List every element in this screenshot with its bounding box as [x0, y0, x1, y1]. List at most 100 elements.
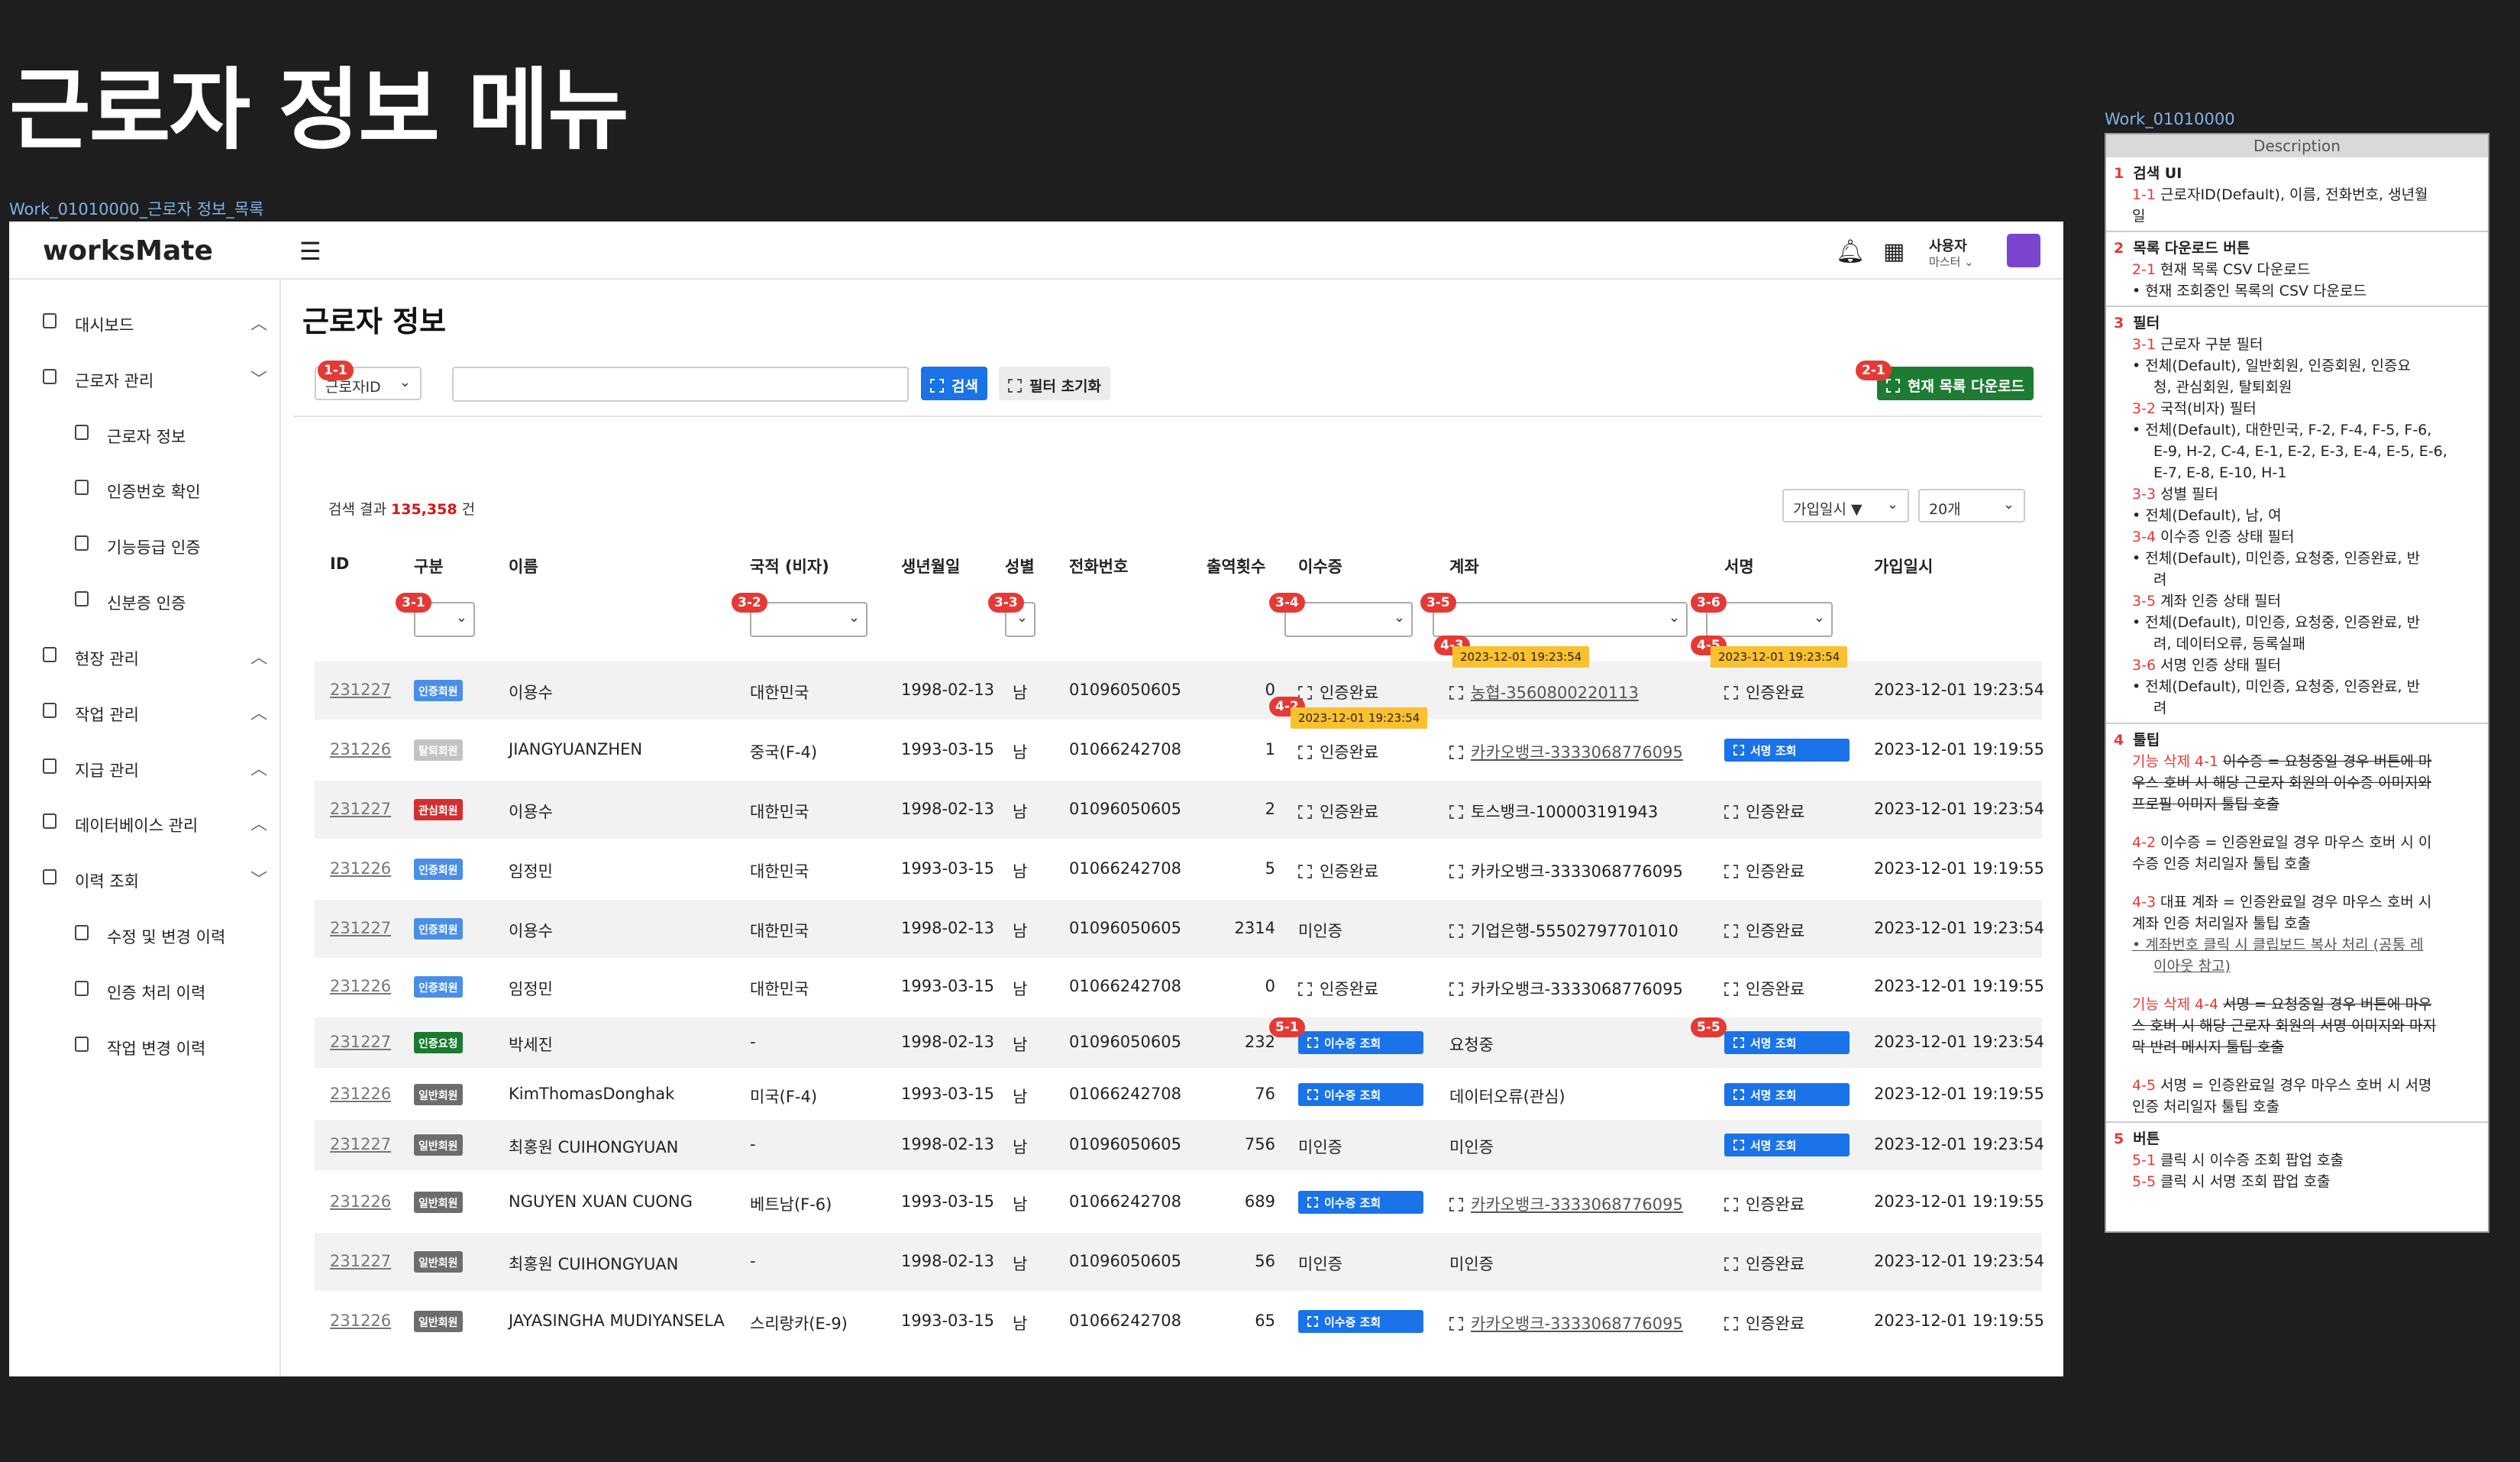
section-divider	[2106, 723, 2488, 724]
column-header: 서명	[1724, 558, 1754, 576]
worker-id-link[interactable]: 231226	[330, 1312, 391, 1330]
worker-id-link[interactable]: 231227	[330, 1135, 391, 1153]
worker-id-link[interactable]: 231226	[330, 1192, 391, 1211]
worker-name: 최홍원 CUIHONGYUAN	[509, 1138, 679, 1156]
cert-view-button[interactable]: 이수증 조회	[1298, 1031, 1423, 1054]
sign-view-button[interactable]: 서명 조회	[1724, 1134, 1850, 1156]
page-size-select[interactable]: 20개 ⌄	[1918, 489, 2025, 522]
sidebar-item[interactable]: 인증 처리 이력	[9, 975, 281, 1005]
chevron-down-icon: ⌄	[455, 610, 467, 626]
worker-id-link[interactable]: 231227	[330, 800, 391, 818]
description-number: 2	[2114, 240, 2124, 257]
sign-view-button[interactable]: 서명 조회	[1724, 739, 1850, 762]
filter-nation-select[interactable]: ⌄	[750, 602, 867, 637]
search-button[interactable]: 검색	[921, 367, 987, 400]
user-name[interactable]: 사용자	[1929, 235, 1967, 255]
cert-status-text: 미인증	[1298, 922, 1342, 940]
sidebar-item[interactable]: 대시보드 ︿	[9, 307, 281, 338]
sort-select[interactable]: 가입일시 ▼ ⌄	[1782, 489, 1909, 522]
reset-filter-button[interactable]: 필터 초기화	[999, 367, 1111, 400]
phone-number: 01066242708	[1069, 1085, 1181, 1103]
sidebar-item[interactable]: 근로자 관리 ﹀	[9, 363, 281, 393]
sign-view-button[interactable]: 서명 조회	[1724, 1031, 1850, 1054]
cert-status-text: 인증완료	[1320, 980, 1379, 998]
worker-id-link[interactable]: 231227	[330, 1033, 391, 1051]
sidebar-item[interactable]: 이력 조회 ﹀	[9, 863, 281, 894]
sign-view-button[interactable]: 서명 조회	[1724, 1083, 1850, 1106]
sidebar-item[interactable]: 근로자 정보	[9, 419, 281, 449]
user-role[interactable]: 마스터 ⌄	[1929, 254, 1974, 270]
worker-id-link[interactable]: 231227	[330, 919, 391, 937]
cert-view-button[interactable]: 이수증 조회	[1298, 1191, 1423, 1214]
worker-id-link[interactable]: 231226	[330, 740, 391, 758]
sidebar-item[interactable]: 인증번호 확인	[9, 474, 281, 504]
description-number: 3-4	[2132, 529, 2157, 545]
sex: 남	[1013, 1088, 1028, 1106]
sidebar-item[interactable]: 수정 및 변경 이력	[9, 919, 281, 949]
page-icon	[43, 703, 57, 718]
description-text: 계좌 인증 상태 필터	[2160, 593, 2282, 610]
account-status[interactable]: 카카오뱅크-3333068776095	[1449, 1192, 1683, 1215]
cert-view-button[interactable]: 이수증 조회	[1298, 1083, 1423, 1106]
birth-date: 1998-02-13	[901, 1033, 995, 1051]
sidebar-item-label: 현장 관리	[75, 650, 139, 668]
sidebar-item[interactable]: 지급 관리 ︿	[9, 752, 281, 783]
sidebar-item[interactable]: 데이터베이스 관리 ︿	[9, 807, 281, 838]
sign-view-label: 서명 조회	[1750, 1037, 1797, 1050]
sidebar-item[interactable]: 작업 변경 이력	[9, 1030, 281, 1061]
work-count: 756	[1244, 1135, 1275, 1153]
work-count: 2	[1265, 800, 1275, 818]
description-text: 근로자ID(Default), 이름, 전화번호, 생년월	[2160, 186, 2428, 203]
apps-grid-icon[interactable]: ▦	[1883, 238, 1905, 265]
account-status-text: 미인증	[1449, 1255, 1494, 1273]
nationality: 대한민국	[750, 980, 809, 998]
worker-id-link[interactable]: 231227	[330, 681, 391, 699]
description-line: 계좌 인증 처리일자 툴팁 호출	[2132, 914, 2311, 933]
description-line: 3-5 계좌 인증 상태 필터	[2132, 591, 2281, 611]
bell-icon[interactable]: 🔔︎	[1836, 238, 1865, 265]
description-line: 2 목록 다운로드 버튼	[2114, 238, 2250, 258]
search-input[interactable]	[452, 367, 909, 402]
sidebar-item[interactable]: 기능등급 인증	[9, 529, 281, 560]
account-status-text[interactable]: 카카오뱅크-3333068776095	[1471, 1195, 1683, 1214]
sign-view-label: 서명 조회	[1750, 1139, 1797, 1153]
account-status[interactable]: 카카오뱅크-3333068776095	[1449, 1312, 1683, 1334]
worker-id-link[interactable]: 231226	[330, 859, 391, 878]
description-text: 현재 목록 CSV 다운로드	[2160, 261, 2311, 278]
logo[interactable]: worksMate	[43, 235, 213, 267]
sign-status: 인증완료	[1724, 919, 1804, 942]
cert-view-button[interactable]: 이수증 조회	[1298, 1310, 1423, 1333]
sidebar-item[interactable]: 현장 관리 ︿	[9, 641, 281, 671]
avatar[interactable]	[2007, 234, 2040, 267]
worker-id-link[interactable]: 231226	[330, 1085, 391, 1103]
description-text: 이수증 인증 상태 필터	[2160, 529, 2295, 545]
account-status-text: 기업은행-55502797701010	[1471, 922, 1678, 940]
sidebar-item-label: 작업 변경 이력	[107, 1040, 206, 1058]
worker-id-link[interactable]: 231226	[330, 977, 391, 995]
menu-icon[interactable]: ☰	[299, 239, 321, 264]
sidebar-item[interactable]: 신분증 인증	[9, 585, 281, 616]
account-status[interactable]: 카카오뱅크-3333068776095	[1449, 740, 1683, 763]
description-number: 4-3	[2132, 894, 2157, 911]
sex: 남	[1013, 1195, 1028, 1214]
account-status-text[interactable]: 카카오뱅크-3333068776095	[1471, 1315, 1683, 1333]
nationality: -	[750, 1135, 756, 1153]
account-status-text[interactable]: 농협-3560800220113	[1471, 684, 1639, 702]
cert-status: 미인증	[1298, 1135, 1342, 1158]
page-icon	[43, 869, 57, 885]
description-line: 3-4 이수증 인증 상태 필터	[2132, 527, 2295, 547]
top-bar: worksMate ☰ 🔔︎ ▦ 사용자 마스터 ⌄	[9, 222, 2063, 280]
filter-account-select[interactable]: ⌄	[1433, 602, 1688, 637]
account-status[interactable]: 농협-3560800220113	[1449, 681, 1639, 704]
worker-id-link[interactable]: 231227	[330, 1252, 391, 1270]
account-status-text: 요청중	[1449, 1036, 1494, 1054]
download-button[interactable]: 현재 목록 다운로드	[1877, 367, 2034, 400]
cert-view-label: 이수증 조회	[1324, 1088, 1381, 1102]
account-status-text[interactable]: 카카오뱅크-3333068776095	[1471, 743, 1683, 762]
sidebar-item[interactable]: 작업 관리 ︿	[9, 697, 281, 727]
sidebar-item-label: 기능등급 인증	[107, 539, 201, 557]
description-text: 수증 인증 처리일자 툴팁 호출	[2132, 856, 2311, 872]
member-type-tag: 일반회원	[414, 1311, 463, 1332]
sidebar-item-label: 신분증 인증	[107, 594, 186, 613]
sign-status: 인증완료	[1724, 977, 1804, 1000]
